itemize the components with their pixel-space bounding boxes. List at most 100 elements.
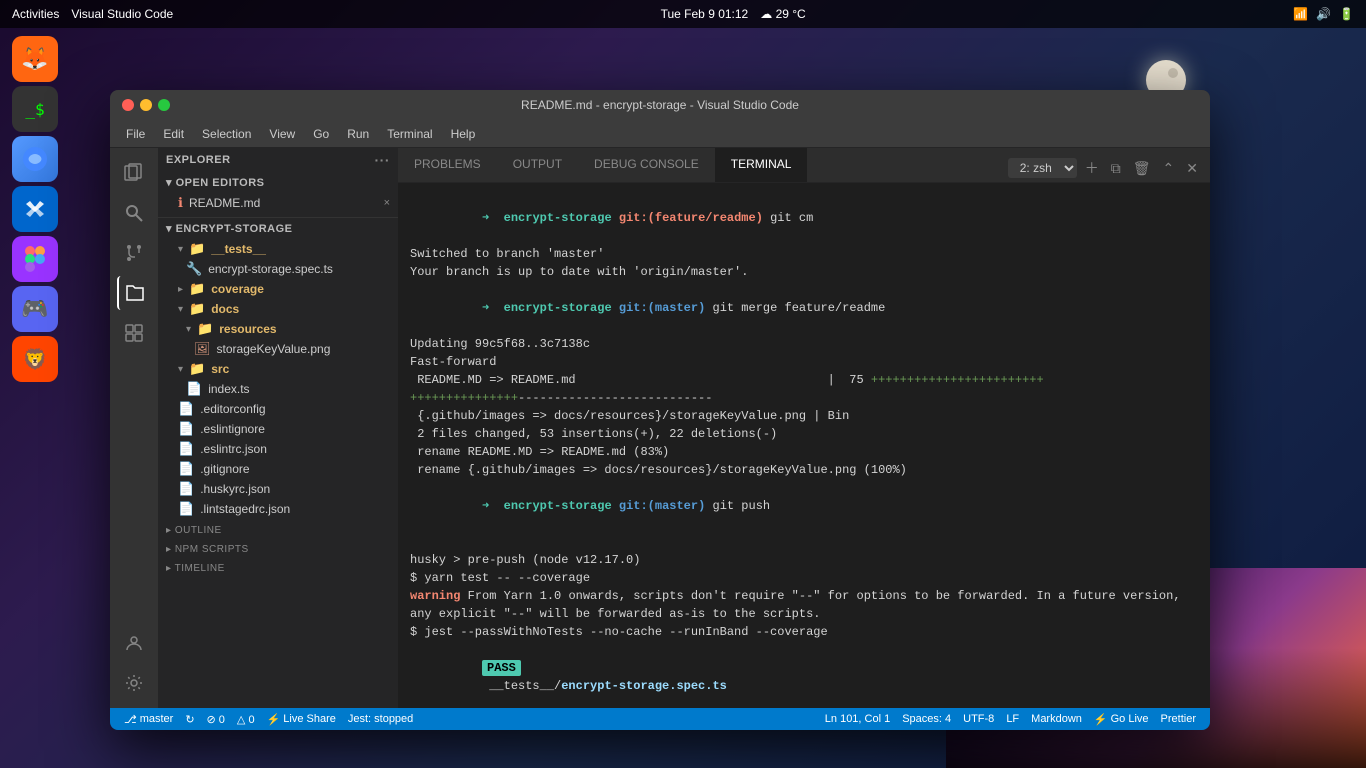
activity-explorer[interactable]	[117, 276, 151, 310]
tab-terminal[interactable]: TERMINAL	[715, 148, 808, 182]
tab-output[interactable]: OUTPUT	[497, 148, 578, 182]
explorer-header[interactable]: EXPLORER ···	[158, 148, 398, 172]
new-terminal-button[interactable]: ＋	[1081, 154, 1103, 182]
folder-coverage[interactable]: ▸ 📁 coverage	[158, 279, 398, 299]
sidebar: EXPLORER ··· ▾ OPEN EDITORS ℹ README.md …	[158, 148, 398, 708]
activity-search[interactable]	[117, 196, 151, 230]
file-gitignore-label: .gitignore	[200, 462, 249, 476]
status-line-ending[interactable]: LF	[1000, 713, 1025, 725]
app-name-label[interactable]: Visual Studio Code	[71, 7, 173, 21]
dock-brave[interactable]: 🦁	[12, 336, 58, 382]
file-eslintrc[interactable]: 📄 .eslintrc.json	[158, 439, 398, 459]
folder-src-label: src	[211, 362, 229, 376]
activity-bar	[110, 148, 158, 708]
status-errors[interactable]: ⊘ 0	[201, 708, 231, 730]
file-spec-label: encrypt-storage.spec.ts	[208, 262, 333, 276]
datetime-label: Tue Feb 9 01:12	[661, 7, 749, 21]
status-position[interactable]: Ln 101, Col 1	[819, 713, 896, 725]
status-language[interactable]: Markdown	[1025, 713, 1088, 725]
menu-bar: File Edit Selection View Go Run Terminal…	[110, 120, 1210, 148]
term-line-7: README.MD => README.md | 75 ++++++++++++…	[410, 371, 1198, 389]
dock-firefox[interactable]: 🦊	[12, 36, 58, 82]
menu-help[interactable]: Help	[443, 125, 484, 143]
dock-finder[interactable]	[12, 136, 58, 182]
kill-terminal-button[interactable]: 🗑	[1129, 156, 1155, 181]
term-line-18: $ jest --passWithNoTests --no-cache --ru…	[410, 623, 1198, 641]
maximize-button[interactable]	[158, 99, 170, 111]
file-gitignore[interactable]: 📄 .gitignore	[158, 459, 398, 479]
folder-src[interactable]: ▾ 📁 src	[158, 359, 398, 379]
menu-view[interactable]: View	[261, 125, 303, 143]
split-terminal-button[interactable]: ⧉	[1107, 156, 1125, 181]
status-spaces[interactable]: Spaces: 4	[896, 713, 957, 725]
activity-extensions[interactable]	[117, 316, 151, 350]
open-file-readme[interactable]: ℹ README.md ×	[158, 193, 398, 213]
term-line-8: +++++++++++++++-------------------------…	[410, 389, 1198, 407]
activities-label[interactable]: Activities	[12, 7, 59, 21]
status-prettier[interactable]: Prettier	[1155, 713, 1202, 725]
term-line-4: ➜ encrypt-storage git:(master) git merge…	[410, 281, 1198, 335]
open-editors-section: ▾ OPEN EDITORS ℹ README.md ×	[158, 172, 398, 218]
status-sync[interactable]: ↻	[179, 708, 200, 730]
file-index-ts[interactable]: 📄 index.ts	[158, 379, 398, 399]
status-live-share[interactable]: ⚡ Live Share	[261, 708, 342, 730]
folder-docs[interactable]: ▾ 📁 docs	[158, 299, 398, 319]
status-jest[interactable]: Jest: stopped	[342, 708, 419, 730]
project-header[interactable]: ▾ ENCRYPT-STORAGE	[158, 218, 398, 239]
activity-copy[interactable]	[117, 156, 151, 190]
file-huskyrc[interactable]: 📄 .huskyrc.json	[158, 479, 398, 499]
terminal-output[interactable]: ➜ encrypt-storage git:(feature/readme) g…	[398, 183, 1210, 708]
timeline-section[interactable]: ▸ TIMELINE	[158, 557, 398, 576]
status-branch[interactable]: ⎇ master	[118, 708, 179, 730]
folder-src-icon: 📁	[189, 361, 205, 377]
npm-chevron: ▸	[166, 544, 175, 555]
open-editors-header[interactable]: ▾ OPEN EDITORS	[158, 172, 398, 193]
dock-discord[interactable]: 🎮	[12, 286, 58, 332]
dock-vscode[interactable]	[12, 186, 58, 232]
outline-chevron: ▸	[166, 525, 175, 536]
activity-bar-bottom	[117, 626, 151, 708]
file-lintstaged[interactable]: 📄 .lintstagedrc.json	[158, 499, 398, 519]
folder-tests-label: __tests__	[211, 242, 266, 256]
file-spec[interactable]: 🔧 encrypt-storage.spec.ts	[158, 259, 398, 279]
npm-scripts-section[interactable]: ▸ NPM SCRIPTS	[158, 538, 398, 557]
activity-accounts[interactable]	[117, 626, 151, 660]
folder-tests[interactable]: ▾ 📁 __tests__	[158, 239, 398, 259]
minimize-button[interactable]	[140, 99, 152, 111]
file-eslintignore[interactable]: 📄 .eslintignore	[158, 419, 398, 439]
more-actions-button[interactable]: ⌃	[1159, 156, 1179, 181]
close-panel-button[interactable]: ✕	[1182, 156, 1202, 181]
status-go-live[interactable]: ⚡ Go Live	[1088, 713, 1155, 726]
editor-area: PROBLEMS OUTPUT DEBUG CONSOLE TERMINAL 2…	[398, 148, 1210, 708]
status-encoding[interactable]: UTF-8	[957, 713, 1000, 725]
menu-go[interactable]: Go	[305, 125, 337, 143]
tab-problems[interactable]: PROBLEMS	[398, 148, 497, 182]
close-file-icon[interactable]: ×	[384, 197, 390, 209]
file-storage-png[interactable]: 🖼 storageKeyValue.png	[158, 339, 398, 359]
errors-label: ⊘ 0	[207, 713, 225, 726]
menu-edit[interactable]: Edit	[155, 125, 192, 143]
tab-debug-console[interactable]: DEBUG CONSOLE	[578, 148, 715, 182]
activity-git[interactable]	[117, 236, 151, 270]
term-line-17: warning From Yarn 1.0 onwards, scripts d…	[410, 587, 1198, 623]
project-name: ▾ ENCRYPT-STORAGE	[166, 222, 292, 235]
explorer-more[interactable]: ···	[375, 152, 391, 168]
status-warnings[interactable]: △ 0	[231, 708, 261, 730]
folder-resources[interactable]: ▾ 📁 resources	[158, 319, 398, 339]
position-label: Ln 101, Col 1	[825, 713, 890, 725]
menu-selection[interactable]: Selection	[194, 125, 259, 143]
dock-figma[interactable]	[12, 236, 58, 282]
terminal-instance-select[interactable]: 2: zsh	[1008, 158, 1077, 178]
outline-section[interactable]: ▸ OUTLINE	[158, 519, 398, 538]
menu-file[interactable]: File	[118, 125, 153, 143]
folder-coverage-label: coverage	[211, 282, 264, 296]
pass-badge: PASS	[482, 660, 521, 676]
file-editorconfig[interactable]: 📄 .editorconfig	[158, 399, 398, 419]
dock-terminal[interactable]: _$	[12, 86, 58, 132]
folder-docs-label: docs	[211, 302, 239, 316]
menu-terminal[interactable]: Terminal	[379, 125, 440, 143]
file-ts-icon-2: 📄	[186, 381, 202, 397]
close-button[interactable]	[122, 99, 134, 111]
menu-run[interactable]: Run	[339, 125, 377, 143]
activity-settings[interactable]	[117, 666, 151, 700]
